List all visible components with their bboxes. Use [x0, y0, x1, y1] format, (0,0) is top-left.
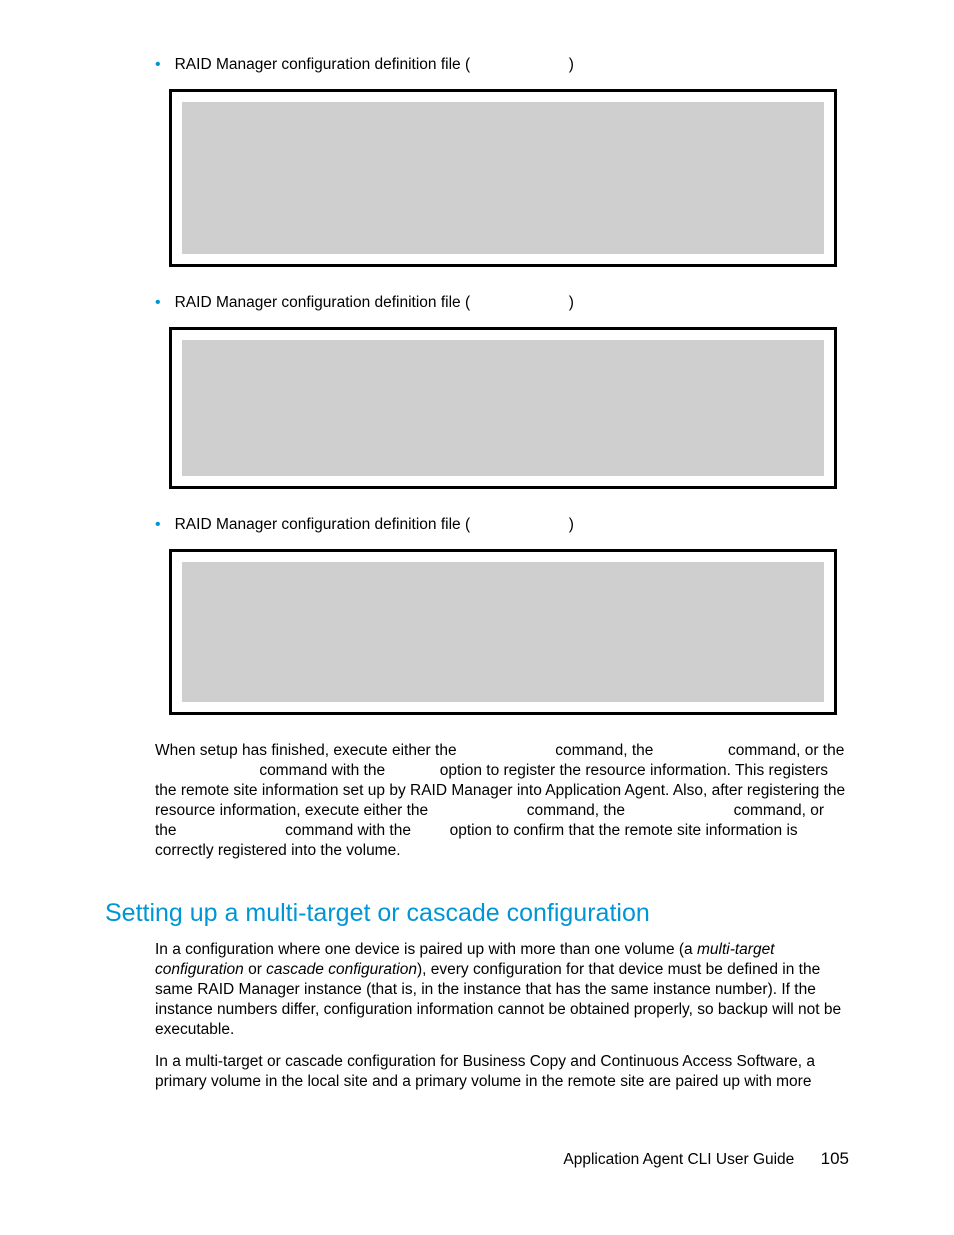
- bullet-item-1: • RAID Manager configuration definition …: [155, 55, 849, 75]
- code-box-inner: [182, 102, 824, 254]
- p2-i2: cascade configuration: [266, 961, 417, 978]
- p1-t9: option to confirm that the remote site i…: [155, 822, 798, 859]
- p1-t4: command with the: [259, 762, 389, 779]
- p1-t8: command with the: [285, 822, 415, 839]
- code-box-inner: [182, 562, 824, 702]
- paragraph-1: When setup has finished, execute either …: [155, 741, 849, 861]
- code-box-2: [169, 327, 837, 489]
- code-box-3: [169, 549, 837, 715]
- bullet-post: ): [569, 516, 574, 533]
- bullet-text: RAID Manager configuration definition fi…: [175, 55, 574, 75]
- paragraph-2: In a configuration where one device is p…: [155, 940, 849, 1040]
- footer-title: Application Agent CLI User Guide: [563, 1151, 794, 1168]
- code-box-inner: [182, 340, 824, 476]
- p2-t1: In a configuration where one device is p…: [155, 941, 697, 958]
- bullet-pre: RAID Manager configuration definition fi…: [175, 294, 471, 311]
- p2-t2: or: [244, 961, 266, 978]
- bullet-text: RAID Manager configuration definition fi…: [175, 293, 574, 313]
- p1-t2: command, the: [555, 742, 658, 759]
- p1-t1: When setup has finished, execute either …: [155, 742, 461, 759]
- code-box-1: [169, 89, 837, 267]
- bullet-item-3: • RAID Manager configuration definition …: [155, 515, 849, 535]
- bullet-item-2: • RAID Manager configuration definition …: [155, 293, 849, 313]
- bullet-pre: RAID Manager configuration definition fi…: [175, 516, 471, 533]
- p1-t3: command, or the: [728, 742, 844, 759]
- section-heading: Setting up a multi-target or cascade con…: [105, 899, 849, 928]
- p1-t6: command, the: [527, 802, 630, 819]
- page-footer: Application Agent CLI User Guide 105: [563, 1149, 849, 1169]
- paragraph-3: In a multi-target or cascade configurati…: [155, 1052, 849, 1092]
- bullet-text: RAID Manager configuration definition fi…: [175, 515, 574, 535]
- bullet-icon: •: [155, 515, 161, 535]
- bullet-icon: •: [155, 293, 161, 313]
- bullet-pre: RAID Manager configuration definition fi…: [175, 56, 471, 73]
- bullet-icon: •: [155, 55, 161, 75]
- page: • RAID Manager configuration definition …: [0, 0, 954, 1235]
- page-number: 105: [821, 1149, 849, 1168]
- bullet-post: ): [569, 56, 574, 73]
- bullet-post: ): [569, 294, 574, 311]
